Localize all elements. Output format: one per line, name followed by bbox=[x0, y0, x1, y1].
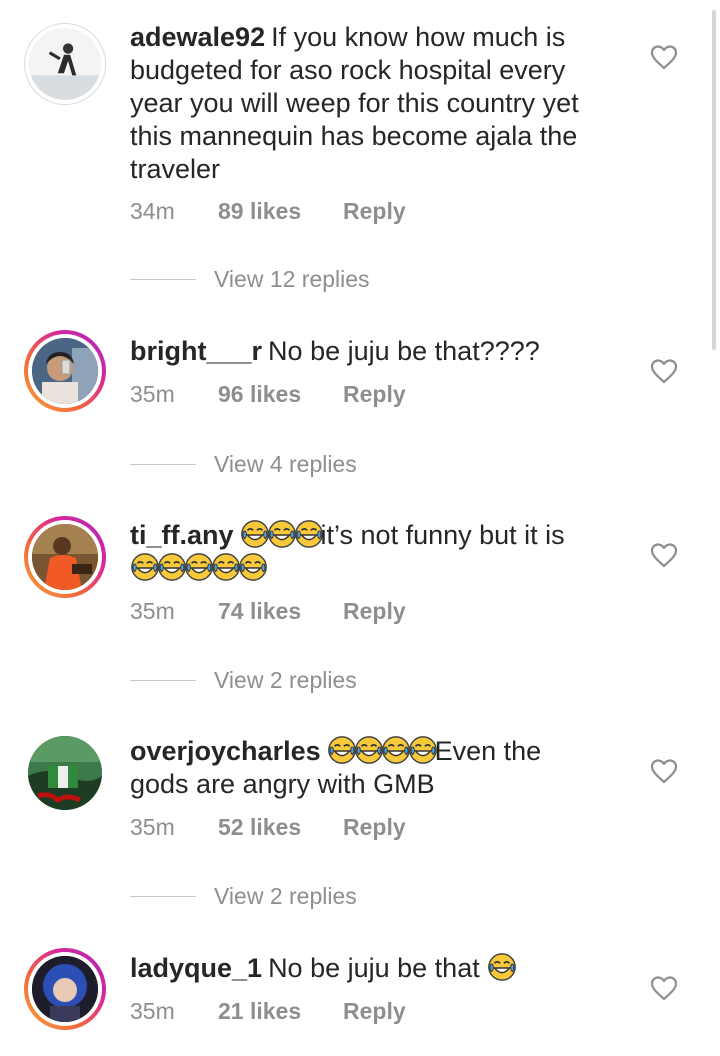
comment-body: it’s not funny but it is bbox=[320, 520, 565, 550]
comment-text: overjoycharles Even the gods are angry wit… bbox=[130, 735, 620, 801]
comment-username[interactable]: ladyque_1 bbox=[130, 953, 262, 983]
heart-outline-icon[interactable] bbox=[650, 358, 678, 384]
divider bbox=[130, 895, 196, 898]
view-replies-label: View 2 replies bbox=[214, 667, 357, 693]
comment-username[interactable]: overjoycharles bbox=[130, 736, 321, 766]
reply-button[interactable]: Reply bbox=[343, 998, 406, 1025]
comment-text: bright___r No be juju be that???? bbox=[130, 335, 620, 368]
laughing-emoji-icon bbox=[294, 519, 324, 549]
emoji-group bbox=[327, 736, 435, 766]
laughing-emoji-icon bbox=[381, 735, 411, 765]
avatar[interactable] bbox=[24, 948, 106, 1030]
divider bbox=[130, 463, 196, 466]
comment-meta: 35m 74 likes Reply bbox=[130, 598, 406, 625]
avatar-photo bbox=[32, 338, 98, 404]
laughing-emoji-icon bbox=[267, 519, 297, 549]
comment-time: 35m bbox=[130, 814, 175, 840]
comment-text: ti_ff.any it’s not funny but it is bbox=[130, 519, 620, 585]
laughing-emoji-icon bbox=[487, 952, 517, 982]
heart-outline-icon[interactable] bbox=[650, 975, 678, 1001]
view-replies-button[interactable]: View 2 replies bbox=[130, 883, 357, 910]
laughing-emoji-icon bbox=[211, 552, 241, 582]
avatar-photo bbox=[28, 736, 102, 810]
comment-username[interactable]: ti_ff.any bbox=[130, 520, 234, 550]
divider bbox=[130, 679, 196, 682]
avatar-inner bbox=[28, 952, 102, 1026]
comment-time: 35m bbox=[130, 598, 175, 624]
comment-likes[interactable]: 21 likes bbox=[218, 998, 343, 1025]
avatar[interactable] bbox=[24, 23, 106, 105]
avatar-photo bbox=[32, 956, 98, 1022]
view-replies-label: View 2 replies bbox=[214, 883, 357, 909]
view-replies-button[interactable]: View 4 replies bbox=[130, 451, 357, 478]
avatar[interactable] bbox=[24, 516, 106, 598]
comment-body: No be juju be that bbox=[268, 953, 480, 983]
comment-meta: 35m 52 likes Reply bbox=[130, 814, 406, 841]
laughing-emoji-icon bbox=[157, 552, 187, 582]
emoji-group bbox=[130, 553, 265, 583]
avatar-photo bbox=[29, 28, 101, 100]
laughing-emoji-icon bbox=[327, 735, 357, 765]
comment-likes[interactable]: 89 likes bbox=[218, 198, 343, 225]
avatar[interactable] bbox=[24, 732, 106, 814]
comment-likes[interactable]: 74 likes bbox=[218, 598, 343, 625]
reply-button[interactable]: Reply bbox=[343, 198, 406, 225]
comment-time: 35m bbox=[130, 998, 175, 1024]
comment-meta: 34m 89 likes Reply bbox=[130, 198, 406, 225]
laughing-emoji-icon bbox=[130, 552, 160, 582]
heart-outline-icon[interactable] bbox=[650, 542, 678, 568]
emoji-group bbox=[240, 520, 321, 550]
avatar-inner bbox=[28, 334, 102, 408]
laughing-emoji-icon bbox=[408, 735, 438, 765]
avatar[interactable] bbox=[24, 330, 106, 412]
comment-text: adewale92 If you know how much is budgete… bbox=[130, 21, 620, 186]
view-replies-button[interactable]: View 2 replies bbox=[130, 667, 357, 694]
comment-time: 35m bbox=[130, 381, 175, 407]
scrollbar[interactable] bbox=[712, 10, 716, 350]
comment-body-line2: gods are angry with GMB bbox=[130, 769, 435, 799]
view-replies-button[interactable]: View 12 replies bbox=[130, 266, 370, 293]
view-replies-label: View 12 replies bbox=[214, 266, 370, 292]
laughing-emoji-icon bbox=[238, 552, 268, 582]
comment-time: 34m bbox=[130, 198, 175, 224]
divider bbox=[130, 278, 196, 281]
reply-button[interactable]: Reply bbox=[343, 814, 406, 841]
avatar-inner bbox=[28, 520, 102, 594]
comment-username[interactable]: bright___r bbox=[130, 336, 262, 366]
comment-body: No be juju be that???? bbox=[268, 336, 540, 366]
avatar-photo bbox=[32, 524, 98, 590]
view-replies-label: View 4 replies bbox=[214, 451, 357, 477]
comment-username[interactable]: adewale92 bbox=[130, 22, 265, 52]
comment-likes[interactable]: 52 likes bbox=[218, 814, 343, 841]
laughing-emoji-icon bbox=[354, 735, 384, 765]
comment-text: ladyque_1 No be juju be that bbox=[130, 952, 620, 985]
reply-button[interactable]: Reply bbox=[343, 381, 406, 408]
heart-outline-icon[interactable] bbox=[650, 44, 678, 70]
laughing-emoji-icon bbox=[240, 519, 270, 549]
comment-body: Even the bbox=[434, 736, 542, 766]
heart-outline-icon[interactable] bbox=[650, 758, 678, 784]
comment-meta: 35m 96 likes Reply bbox=[130, 381, 406, 408]
comment-meta: 35m 21 likes Reply bbox=[130, 998, 406, 1025]
laughing-emoji-icon bbox=[184, 552, 214, 582]
comment-likes[interactable]: 96 likes bbox=[218, 381, 343, 408]
reply-button[interactable]: Reply bbox=[343, 598, 406, 625]
